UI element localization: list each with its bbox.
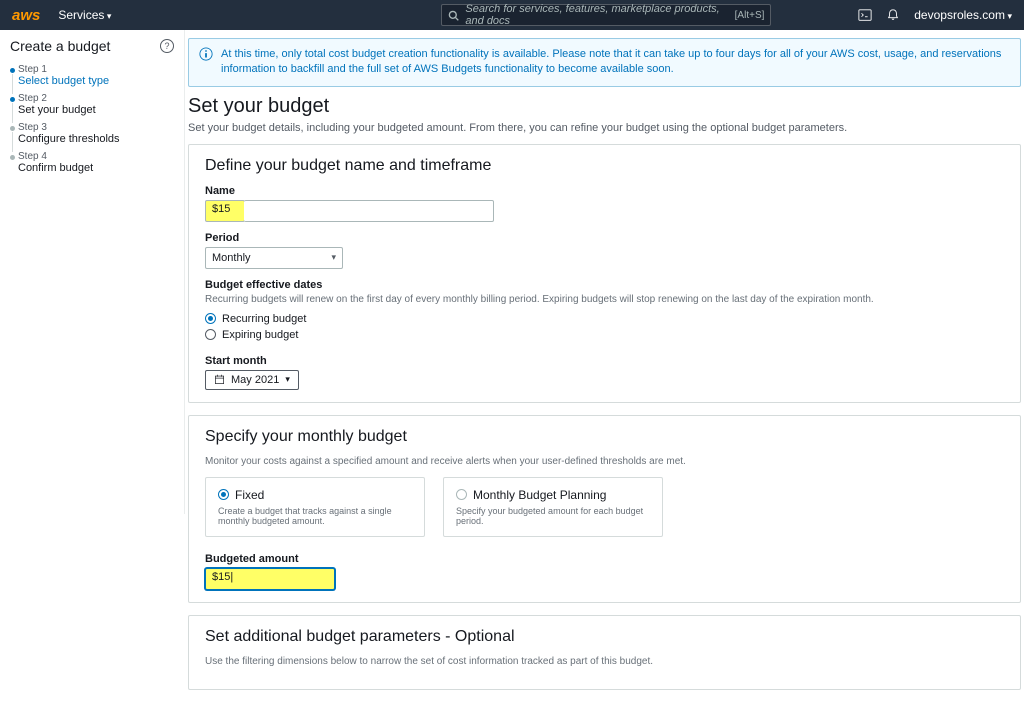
- specify-heading: Specify your monthly budget: [205, 428, 1004, 446]
- step-2[interactable]: Step 2 Set your budget: [10, 93, 174, 116]
- effective-dates-hint: Recurring budgets will renew on the firs…: [205, 294, 1004, 305]
- planning-card[interactable]: Monthly Budget Planning Specify your bud…: [443, 477, 663, 537]
- search-icon: [448, 10, 459, 21]
- info-icon: [199, 47, 213, 61]
- main-content: At this time, only total cost budget cre…: [185, 30, 1024, 702]
- name-label: Name: [205, 185, 1004, 197]
- help-icon[interactable]: ?: [160, 39, 174, 53]
- top-nav: aws Services Search for services, featur…: [0, 0, 1024, 30]
- sidebar-title: Create a budget: [10, 38, 110, 54]
- search-input[interactable]: Search for services, features, marketpla…: [441, 4, 771, 26]
- account-menu[interactable]: devopsroles.com: [914, 8, 1012, 22]
- additional-heading: Set additional budget parameters - Optio…: [205, 628, 1004, 646]
- fixed-card[interactable]: Fixed Create a budget that tracks agains…: [205, 477, 425, 537]
- radio-dot-icon: [218, 489, 229, 500]
- recurring-radio[interactable]: Recurring budget: [205, 313, 1004, 325]
- period-select[interactable]: Monthly: [205, 247, 343, 269]
- additional-panel: Set additional budget parameters - Optio…: [188, 615, 1021, 690]
- additional-desc: Use the filtering dimensions below to na…: [205, 656, 1004, 667]
- specify-desc: Monitor your costs against a specified a…: [205, 456, 1004, 467]
- step-4[interactable]: Step 4 Confirm budget: [10, 151, 174, 174]
- define-panel: Define your budget name and timeframe Na…: [188, 144, 1021, 403]
- cloudshell-icon[interactable]: [858, 8, 872, 22]
- radio-dot-icon: [205, 313, 216, 324]
- specify-panel: Specify your monthly budget Monitor your…: [188, 415, 1021, 603]
- page-subtitle: Set your budget details, including your …: [188, 122, 1024, 134]
- name-input[interactable]: $15: [205, 200, 245, 222]
- calendar-icon: [214, 374, 225, 385]
- search-shortcut: [Alt+S]: [735, 10, 765, 21]
- start-month-label: Start month: [205, 355, 1004, 367]
- radio-dot-icon: [456, 489, 467, 500]
- info-text: At this time, only total cost budget cre…: [221, 47, 1010, 78]
- aws-logo[interactable]: aws: [12, 7, 40, 24]
- period-label: Period: [205, 232, 1004, 244]
- start-month-picker[interactable]: May 2021: [205, 370, 299, 390]
- amount-input[interactable]: $15|: [205, 568, 335, 590]
- wizard-sidebar: Create a budget ? Step 1 Select budget t…: [0, 30, 185, 514]
- bell-icon[interactable]: [886, 8, 900, 22]
- expiring-radio[interactable]: Expiring budget: [205, 329, 1004, 341]
- step-1[interactable]: Step 1 Select budget type: [10, 64, 174, 87]
- page-title: Set your budget: [188, 95, 1024, 118]
- effective-dates-label: Budget effective dates: [205, 279, 1004, 291]
- define-heading: Define your budget name and timeframe: [205, 157, 1004, 175]
- radio-dot-icon: [205, 329, 216, 340]
- info-banner: At this time, only total cost budget cre…: [188, 38, 1021, 87]
- amount-label: Budgeted amount: [205, 553, 1004, 565]
- services-menu[interactable]: Services: [58, 8, 111, 22]
- search-placeholder: Search for services, features, marketpla…: [465, 3, 734, 27]
- step-3[interactable]: Step 3 Configure thresholds: [10, 122, 174, 145]
